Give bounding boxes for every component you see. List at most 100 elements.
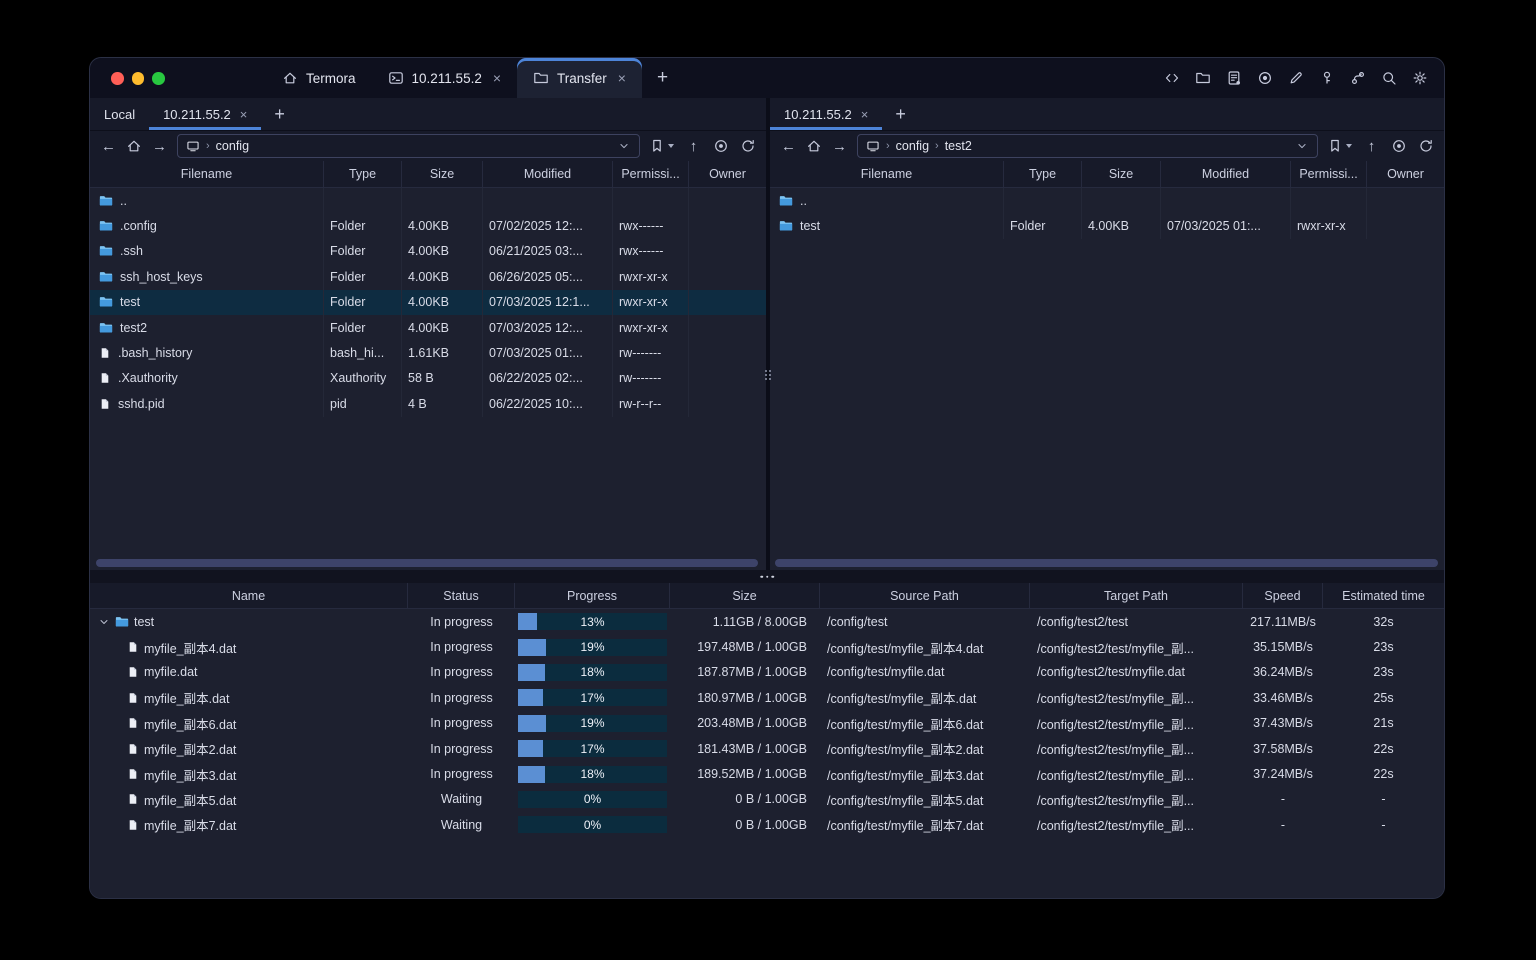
transfer-row[interactable]: myfile_副本5.dat Waiting 0% 0 B / 1.00GB/conf… <box>90 787 1444 812</box>
file-row[interactable]: test Folder 4.00KB 07/03/2025 12:1... rwxr-x… <box>90 289 766 315</box>
tab-transfer[interactable]: Transfer × <box>517 58 642 98</box>
pane-tab-local[interactable]: Local <box>90 98 149 130</box>
column-header-status[interactable]: Status <box>408 583 515 608</box>
folder-icon <box>779 219 793 233</box>
home-icon <box>282 70 298 86</box>
column-header-permissi[interactable]: Permissi... <box>1291 161 1367 187</box>
transfer-row[interactable]: myfile_副本6.dat In progress 19% 203.48MB / 1… <box>90 711 1444 736</box>
file-row[interactable]: .bash_history bash_hi... 1.61KB 07/03/2025 … <box>90 340 766 366</box>
upload-button[interactable]: ↑ <box>685 139 702 154</box>
bookmark-caret-icon[interactable] <box>668 144 674 148</box>
edit-icon[interactable] <box>1288 70 1304 86</box>
column-header-type[interactable]: Type <box>324 161 402 187</box>
pane-tab-remote[interactable]: 10.211.55.2 × <box>770 98 883 130</box>
close-tab-icon[interactable]: × <box>240 107 248 122</box>
file-row[interactable]: test2 Folder 4.00KB 07/03/2025 12:... rwxr-x… <box>90 314 766 341</box>
column-header-modified[interactable]: Modified <box>1161 161 1291 187</box>
key-icon[interactable] <box>1319 70 1335 86</box>
column-header-size[interactable]: Size <box>1082 161 1161 187</box>
scrollbar-thumb[interactable] <box>96 559 758 567</box>
transfer-row[interactable]: myfile.dat In progress 18% 187.87MB / 1.00G… <box>90 660 1444 685</box>
cell-size <box>1082 188 1161 214</box>
tab-termora[interactable]: Termora <box>266 58 372 98</box>
column-header-sourcepath[interactable]: Source Path <box>820 583 1030 608</box>
file-row[interactable]: .. <box>770 188 1444 214</box>
column-header-type[interactable]: Type <box>1004 161 1082 187</box>
breadcrumb-segment[interactable]: config <box>216 139 249 153</box>
search-icon[interactable] <box>1381 70 1397 86</box>
log-icon[interactable] <box>1226 70 1242 86</box>
column-header-size[interactable]: Size <box>402 161 483 187</box>
cell-size: 180.97MB / 1.00GB <box>697 690 807 705</box>
breadcrumb-separator: › <box>206 140 210 152</box>
column-header-estimatedtime[interactable]: Estimated time <box>1323 583 1444 608</box>
bookmark-icon[interactable] <box>1327 138 1343 154</box>
vertical-splitter[interactable] <box>765 98 771 570</box>
upload-button[interactable]: ↑ <box>1363 139 1380 154</box>
file-row[interactable]: ssh_host_keys Folder 4.00KB 06/26/2025 05:.… <box>90 264 766 290</box>
file-row[interactable]: sshd.pid pid 4 B 06/22/2025 10:... rw-r--r-- <box>90 391 766 417</box>
transfer-row[interactable]: myfile_副本7.dat Waiting 0% 0 B / 1.00GB/conf… <box>90 812 1444 837</box>
cell-size: 4.00KB <box>402 289 483 315</box>
home-button[interactable] <box>126 138 142 154</box>
column-header-permissi[interactable]: Permissi... <box>613 161 689 187</box>
column-header-size[interactable]: Size <box>670 583 820 608</box>
folder-icon[interactable] <box>1195 70 1211 86</box>
close-tab-icon[interactable]: × <box>618 70 626 86</box>
back-button[interactable]: ← <box>780 139 797 154</box>
column-header-filename[interactable]: Filename <box>770 161 1004 187</box>
show-hidden-icon[interactable] <box>713 138 729 154</box>
breadcrumb-segment[interactable]: config <box>896 139 929 153</box>
forward-button[interactable]: → <box>831 139 848 154</box>
file-row[interactable]: test Folder 4.00KB 07/03/2025 01:... rwxr-xr… <box>770 213 1444 239</box>
file-row[interactable]: .. <box>90 188 766 214</box>
bookmark-group[interactable] <box>649 138 674 154</box>
bookmark-icon[interactable] <box>649 138 665 154</box>
tab-ssh-session[interactable]: 10.211.55.2 × <box>372 58 518 98</box>
path-breadcrumb[interactable]: › config <box>177 134 640 158</box>
file-icon <box>127 819 139 831</box>
bookmark-caret-icon[interactable] <box>1346 144 1352 148</box>
keychain-icon[interactable] <box>1350 70 1366 86</box>
settings-icon[interactable] <box>1412 70 1428 86</box>
breadcrumb-segment[interactable]: test2 <box>945 139 972 153</box>
show-hidden-icon[interactable] <box>1391 138 1407 154</box>
maximize-window-button[interactable] <box>152 72 165 85</box>
column-header-targetpath[interactable]: Target Path <box>1030 583 1243 608</box>
home-button[interactable] <box>806 138 822 154</box>
close-window-button[interactable] <box>111 72 124 85</box>
forward-button[interactable]: → <box>151 139 168 154</box>
record-icon[interactable] <box>1257 70 1273 86</box>
transfer-row[interactable]: myfile_副本.dat In progress 17% 180.97MB / 1.… <box>90 685 1444 710</box>
code-icon[interactable] <box>1164 70 1180 86</box>
new-pane-tab-button[interactable]: + <box>261 98 298 130</box>
back-button[interactable]: ← <box>100 139 117 154</box>
column-header-progress[interactable]: Progress <box>515 583 670 608</box>
refresh-icon[interactable] <box>1418 138 1434 154</box>
column-header-name[interactable]: Name <box>90 583 408 608</box>
close-tab-icon[interactable]: × <box>493 70 501 86</box>
minimize-window-button[interactable] <box>131 72 144 85</box>
cell-source-path: /config/test/myfile_副本7.dat <box>827 819 984 834</box>
column-header-owner[interactable]: Owner <box>1367 161 1444 187</box>
transfer-row[interactable]: myfile_副本2.dat In progress 17% 181.43MB / 1… <box>90 736 1444 761</box>
file-row[interactable]: .config Folder 4.00KB 07/02/2025 12:... rwx-… <box>90 213 766 239</box>
new-tab-button[interactable]: + <box>642 58 683 98</box>
transfer-row[interactable]: myfile_副本3.dat In progress 18% 189.52MB / 1… <box>90 761 1444 786</box>
file-row[interactable]: .ssh Folder 4.00KB 06/21/2025 03:... rwx----… <box>90 238 766 265</box>
scrollbar-thumb[interactable] <box>775 559 1438 567</box>
refresh-icon[interactable] <box>740 138 756 154</box>
file-row[interactable]: .Xauthority Xauthority 58 B 06/22/2025 02:.… <box>90 365 766 392</box>
transfer-row[interactable]: test In progress 13% 1.11GB / 8.00GB/config… <box>90 609 1444 634</box>
close-tab-icon[interactable]: × <box>861 107 869 122</box>
column-header-modified[interactable]: Modified <box>483 161 613 187</box>
column-header-filename[interactable]: Filename <box>90 161 324 187</box>
column-header-speed[interactable]: Speed <box>1243 583 1323 608</box>
transfer-row[interactable]: myfile_副本4.dat In progress 19% 197.48MB / 1… <box>90 634 1444 659</box>
path-breadcrumb[interactable]: › config › test2 <box>857 134 1318 158</box>
bookmark-group[interactable] <box>1327 138 1352 154</box>
horizontal-splitter[interactable] <box>90 570 1444 583</box>
pane-tab-remote[interactable]: 10.211.55.2 × <box>149 98 262 130</box>
column-header-owner[interactable]: Owner <box>689 161 766 187</box>
new-pane-tab-button[interactable]: + <box>882 98 919 130</box>
